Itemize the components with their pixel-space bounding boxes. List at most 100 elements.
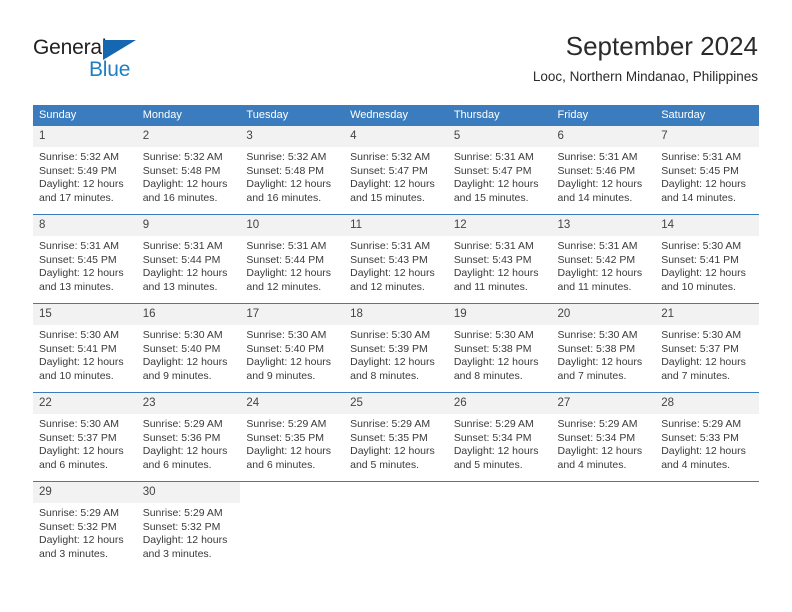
calendar-day-cell[interactable]: 5 Sunrise: 5:31 AM Sunset: 5:47 PM Daylight… — [447, 126, 552, 215]
calendar-day-cell[interactable]: 3 Sunrise: 5:32 AM Sunset: 5:48 PM Daylight… — [240, 126, 345, 215]
daylight-text-line2: and 9 minutes. — [246, 369, 316, 382]
daylight-text-line1: Daylight: 12 hours — [39, 267, 124, 280]
weekday-header-friday: Friday — [551, 105, 656, 126]
day-details: Sunrise: 5:32 AM Sunset: 5:49 PM Daylight:… — [33, 147, 137, 205]
daylight-text-line2: and 8 minutes. — [453, 369, 523, 382]
calendar-day-cell[interactable]: 23 Sunrise: 5:29 AM Sunset: 5:36 PM Dayligh… — [136, 392, 241, 482]
calendar-day-cell[interactable]: 7 Sunrise: 5:31 AM Sunset: 5:45 PM Daylight… — [655, 126, 759, 215]
day-details: Sunrise: 5:32 AM Sunset: 5:47 PM Daylight:… — [344, 147, 448, 205]
day-number: 20 — [551, 304, 656, 325]
sunrise-text: Sunrise: 5:30 AM — [453, 329, 534, 341]
sunset-text: Sunset: 5:44 PM — [246, 253, 325, 266]
sunrise-text: Sunrise: 5:31 AM — [142, 240, 223, 252]
sunrise-text: Sunrise: 5:31 AM — [453, 240, 534, 252]
calendar-day-cell[interactable]: 18 Sunrise: 5:30 AM Sunset: 5:39 PM Dayligh… — [344, 303, 448, 393]
calendar-day-cell[interactable]: 4 Sunrise: 5:32 AM Sunset: 5:47 PM Daylight… — [344, 126, 448, 215]
day-details: Sunrise: 5:32 AM Sunset: 5:48 PM Daylight:… — [240, 147, 344, 205]
daylight-text-line1: Daylight: 12 hours — [661, 267, 746, 280]
calendar-day-cell[interactable]: 25 Sunrise: 5:29 AM Sunset: 5:35 PM Dayligh… — [344, 392, 448, 482]
daylight-text-line1: Daylight: 12 hours — [39, 534, 124, 547]
day-number — [448, 482, 552, 503]
calendar-day-cell[interactable]: 8 Sunrise: 5:31 AM Sunset: 5:45 PM Daylight… — [33, 214, 137, 304]
daylight-text-line1: Daylight: 12 hours — [661, 178, 746, 191]
calendar-day-cell[interactable]: 21 Sunrise: 5:30 AM Sunset: 5:37 PM Dayligh… — [655, 303, 759, 393]
calendar-day-cell[interactable]: 30 Sunrise: 5:29 AM Sunset: 5:32 PM Dayligh… — [136, 481, 241, 570]
daylight-text-line1: Daylight: 12 hours — [39, 445, 124, 458]
day-details: Sunrise: 5:31 AM Sunset: 5:43 PM Daylight:… — [344, 236, 448, 294]
daylight-text-line2: and 7 minutes. — [661, 369, 731, 382]
calendar-day-cell[interactable]: 19 Sunrise: 5:30 AM Sunset: 5:38 PM Dayligh… — [447, 303, 552, 393]
calendar-empty-cell — [551, 481, 656, 570]
daylight-text-line1: Daylight: 12 hours — [39, 178, 124, 191]
day-details: Sunrise: 5:29 AM Sunset: 5:33 PM Daylight:… — [655, 414, 759, 472]
calendar-day-cell[interactable]: 1 Sunrise: 5:32 AM Sunset: 5:49 PM Daylight… — [33, 126, 137, 215]
daylight-text-line2: and 12 minutes. — [246, 280, 322, 293]
day-number: 14 — [655, 215, 759, 236]
calendar-day-cell[interactable]: 24 Sunrise: 5:29 AM Sunset: 5:35 PM Dayligh… — [240, 392, 345, 482]
calendar-day-cell[interactable]: 20 Sunrise: 5:30 AM Sunset: 5:38 PM Dayligh… — [551, 303, 656, 393]
calendar-day-cell[interactable]: 11 Sunrise: 5:31 AM Sunset: 5:43 PM Dayligh… — [344, 214, 448, 304]
calendar-day-cell[interactable]: 22 Sunrise: 5:30 AM Sunset: 5:37 PM Dayligh… — [33, 392, 137, 482]
sunset-text: Sunset: 5:35 PM — [350, 431, 428, 444]
sunrise-text: Sunrise: 5:32 AM — [246, 151, 327, 163]
sunrise-text: Sunrise: 5:32 AM — [39, 151, 119, 163]
day-number: 16 — [136, 304, 241, 325]
calendar-day-cell[interactable]: 27 Sunrise: 5:29 AM Sunset: 5:34 PM Dayligh… — [551, 392, 656, 482]
daylight-text-line1: Daylight: 12 hours — [350, 356, 435, 369]
calendar-day-cell[interactable]: 17 Sunrise: 5:30 AM Sunset: 5:40 PM Dayligh… — [240, 303, 345, 393]
calendar-empty-cell — [240, 481, 345, 570]
day-details: Sunrise: 5:30 AM Sunset: 5:37 PM Daylight:… — [33, 414, 137, 472]
daylight-text-line2: and 3 minutes. — [142, 547, 212, 560]
day-number: 1 — [33, 126, 137, 147]
weekday-header-sunday: Sunday — [33, 105, 137, 126]
sunrise-text: Sunrise: 5:30 AM — [557, 329, 638, 341]
daylight-text-line2: and 14 minutes. — [661, 191, 736, 204]
calendar-day-cell[interactable]: 2 Sunrise: 5:32 AM Sunset: 5:48 PM Daylight… — [136, 126, 241, 215]
calendar-day-cell[interactable]: 13 Sunrise: 5:31 AM Sunset: 5:42 PM Dayligh… — [551, 214, 656, 304]
calendar-day-cell[interactable]: 9 Sunrise: 5:31 AM Sunset: 5:44 PM Daylight… — [136, 214, 241, 304]
daylight-text-line2: and 6 minutes. — [39, 458, 108, 471]
sunset-text: Sunset: 5:32 PM — [39, 520, 117, 533]
logo-text-blue: Blue — [89, 58, 131, 81]
calendar-day-cell[interactable]: 28 Sunrise: 5:29 AM Sunset: 5:33 PM Dayligh… — [655, 392, 759, 482]
calendar-day-cell[interactable]: 14 Sunrise: 5:30 AM Sunset: 5:41 PM Dayligh… — [655, 214, 759, 304]
sunset-text: Sunset: 5:33 PM — [661, 431, 739, 444]
blue-triangle-logo-mark-icon — [103, 40, 136, 60]
calendar-week-row: 1 Sunrise: 5:32 AM Sunset: 5:49 PM Daylight… — [33, 126, 759, 215]
daylight-text-line2: and 6 minutes. — [142, 458, 212, 471]
sunrise-text: Sunrise: 5:31 AM — [39, 240, 119, 252]
daylight-text-line2: and 7 minutes. — [557, 369, 627, 382]
sunrise-text: Sunrise: 5:30 AM — [39, 418, 119, 430]
day-details: Sunrise: 5:32 AM Sunset: 5:48 PM Daylight:… — [137, 147, 241, 205]
daylight-text-line2: and 4 minutes. — [557, 458, 627, 471]
day-details: Sunrise: 5:29 AM Sunset: 5:34 PM Daylight:… — [448, 414, 552, 472]
daylight-text-line2: and 9 minutes. — [142, 369, 212, 382]
day-number: 10 — [240, 215, 345, 236]
sunset-text: Sunset: 5:41 PM — [39, 342, 117, 355]
daylight-text-line1: Daylight: 12 hours — [350, 178, 435, 191]
day-number: 19 — [447, 304, 552, 325]
daylight-text-line2: and 10 minutes. — [661, 280, 736, 293]
calendar-day-cell[interactable]: 15 Sunrise: 5:30 AM Sunset: 5:41 PM Dayligh… — [33, 303, 137, 393]
calendar-day-cell[interactable]: 6 Sunrise: 5:31 AM Sunset: 5:46 PM Daylight… — [551, 126, 656, 215]
calendar-day-cell[interactable]: 16 Sunrise: 5:30 AM Sunset: 5:40 PM Dayligh… — [136, 303, 241, 393]
daylight-text-line2: and 11 minutes. — [453, 280, 528, 293]
daylight-text-line1: Daylight: 12 hours — [557, 356, 643, 369]
sunset-text: Sunset: 5:48 PM — [246, 164, 325, 177]
calendar-day-cell[interactable]: 29 Sunrise: 5:29 AM Sunset: 5:32 PM Dayligh… — [33, 481, 137, 570]
daylight-text-line2: and 16 minutes. — [246, 191, 322, 204]
sunrise-text: Sunrise: 5:31 AM — [453, 151, 534, 163]
weekday-header-row: Sunday Monday Tuesday Wednesday Thursday… — [33, 105, 759, 126]
general-blue-logo[interactable]: General Blue — [33, 36, 163, 82]
day-number: 2 — [136, 126, 241, 147]
day-number: 26 — [447, 393, 552, 414]
calendar-day-cell[interactable]: 12 Sunrise: 5:31 AM Sunset: 5:43 PM Dayligh… — [447, 214, 552, 304]
daylight-text-line1: Daylight: 12 hours — [246, 267, 332, 280]
weekday-header-saturday: Saturday — [655, 105, 759, 126]
calendar-day-cell[interactable]: 10 Sunrise: 5:31 AM Sunset: 5:44 PM Dayligh… — [240, 214, 345, 304]
sunset-text: Sunset: 5:45 PM — [39, 253, 117, 266]
day-details: Sunrise: 5:29 AM Sunset: 5:35 PM Daylight:… — [344, 414, 448, 472]
calendar-day-cell[interactable]: 26 Sunrise: 5:29 AM Sunset: 5:34 PM Dayligh… — [447, 392, 552, 482]
sunset-text: Sunset: 5:36 PM — [142, 431, 221, 444]
daylight-text-line1: Daylight: 12 hours — [142, 445, 228, 458]
